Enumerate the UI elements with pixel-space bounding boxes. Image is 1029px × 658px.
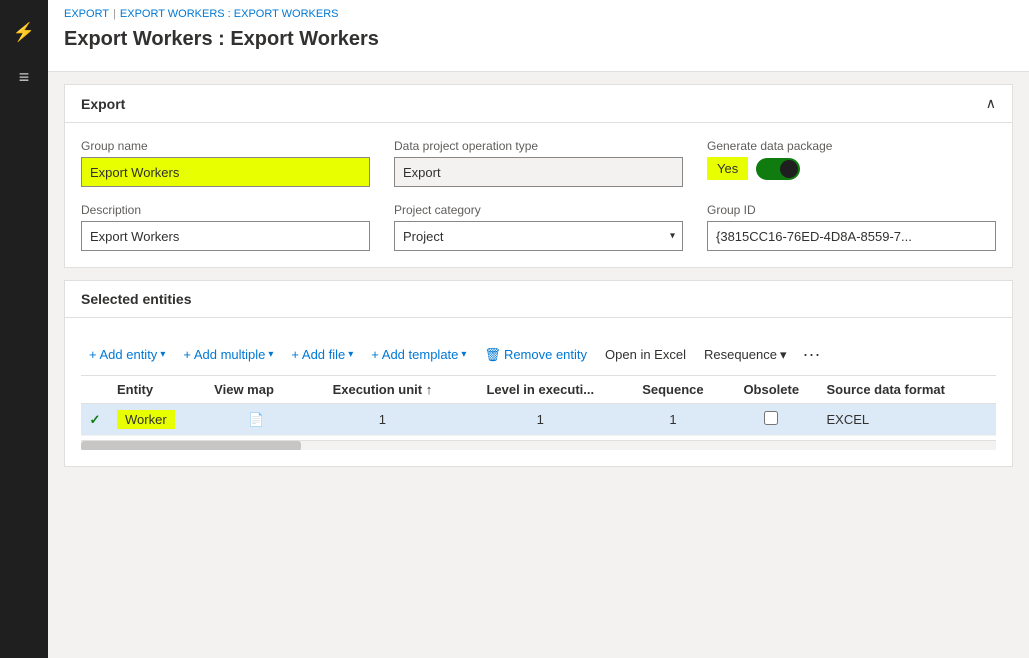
horizontal-scrollbar[interactable]	[81, 440, 996, 450]
generate-dp-field: Generate data package Yes	[707, 139, 996, 187]
obsolete-checkbox[interactable]	[764, 411, 778, 425]
col-level-in-execution: Level in executi...	[459, 376, 622, 404]
toggle-yes-label: Yes	[707, 157, 748, 180]
row-entity: Worker	[109, 404, 206, 436]
remove-entity-label: Remove entity	[504, 347, 587, 362]
sidebar: ⚡ ≡	[0, 0, 48, 658]
row-source-data-format: EXCEL	[819, 404, 997, 436]
entities-toolbar: + Add entity ▾ + Add multiple ▾ + Add fi…	[81, 334, 996, 376]
col-source-data-format: Source data format	[819, 376, 997, 404]
add-entity-button[interactable]: + Add entity ▾	[81, 343, 173, 366]
entities-card-header: Selected entities	[65, 281, 1012, 318]
breadcrumb-sep: |	[113, 8, 116, 20]
row-check: ✓	[81, 404, 109, 436]
col-obsolete: Obsolete	[724, 376, 819, 404]
add-multiple-label: + Add multiple	[183, 347, 265, 362]
add-multiple-button[interactable]: + Add multiple ▾	[175, 343, 281, 366]
export-card-collapse-button[interactable]: ∧	[986, 95, 996, 112]
add-multiple-chevron-icon: ▾	[268, 349, 273, 360]
more-options-button[interactable]: ···	[797, 342, 827, 367]
group-id-value: {3815CC16-76ED-4D8A-8559-7...	[707, 221, 996, 251]
col-sequence: Sequence	[622, 376, 724, 404]
entities-card: Selected entities + Add entity ▾ + Add m…	[64, 280, 1013, 467]
generate-dp-toggle[interactable]	[756, 158, 800, 180]
project-category-wrapper: Project Default Custom ▾	[394, 221, 683, 251]
breadcrumb-export-link[interactable]: EXPORT	[64, 8, 109, 20]
view-map-icon: 📄	[248, 412, 264, 427]
col-execution-unit: Execution unit ↑	[306, 376, 459, 404]
group-name-input[interactable]	[81, 157, 370, 187]
export-form-grid: Group name Data project operation type G…	[81, 139, 996, 251]
add-template-chevron-icon: ▾	[461, 349, 466, 360]
entities-card-body: + Add entity ▾ + Add multiple ▾ + Add fi…	[65, 318, 1012, 466]
table-header-row: Entity View map Execution unit ↑ Level i…	[81, 376, 996, 404]
add-entity-chevron-icon: ▾	[160, 349, 165, 360]
group-id-label: Group ID	[707, 203, 996, 217]
description-field: Description	[81, 203, 370, 251]
operation-type-field: Data project operation type	[394, 139, 683, 187]
export-card-title: Export	[81, 96, 125, 112]
row-obsolete	[724, 404, 819, 436]
operation-type-label: Data project operation type	[394, 139, 683, 153]
col-entity: Entity	[109, 376, 206, 404]
entity-name-badge: Worker	[117, 410, 175, 429]
open-in-excel-button[interactable]: Open in Excel	[597, 343, 694, 366]
add-template-button[interactable]: + Add template ▾	[363, 343, 474, 366]
resequence-chevron-icon: ▾	[780, 347, 787, 363]
generate-dp-wrapper: Yes	[707, 157, 996, 180]
add-file-label: + Add file	[291, 347, 345, 362]
add-template-label: + Add template	[371, 347, 458, 362]
row-view-map[interactable]: 📄	[206, 404, 306, 436]
filter-icon[interactable]: ⚡	[0, 10, 48, 55]
add-file-button[interactable]: + Add file ▾	[283, 343, 361, 366]
project-category-select[interactable]: Project Default Custom	[394, 221, 683, 251]
export-card-body: Group name Data project operation type G…	[65, 123, 1012, 267]
row-level-in-execution: 1	[459, 404, 622, 436]
breadcrumb-current: EXPORT WORKERS : EXPORT WORKERS	[120, 8, 339, 20]
col-check	[81, 376, 109, 404]
scrollbar-thumb	[81, 441, 301, 450]
entities-table-container: Entity View map Execution unit ↑ Level i…	[81, 376, 996, 436]
group-id-field: Group ID {3815CC16-76ED-4D8A-8559-7...	[707, 203, 996, 251]
operation-type-input[interactable]	[394, 157, 683, 187]
export-card: Export ∧ Group name Data project operati…	[64, 84, 1013, 268]
toggle-thumb	[780, 160, 798, 178]
project-category-field: Project category Project Default Custom …	[394, 203, 683, 251]
trash-icon: 🗑	[484, 347, 501, 363]
resequence-label: Resequence	[704, 347, 777, 362]
remove-entity-button[interactable]: 🗑 Remove entity	[476, 343, 595, 367]
generate-dp-label: Generate data package	[707, 139, 996, 153]
group-name-field: Group name	[81, 139, 370, 187]
project-category-label: Project category	[394, 203, 683, 217]
table-row[interactable]: ✓ Worker 📄 1 1 1	[81, 404, 996, 436]
checkmark-icon: ✓	[90, 412, 101, 427]
add-file-chevron-icon: ▾	[348, 349, 353, 360]
page-title: Export Workers : Export Workers	[48, 24, 1029, 61]
export-card-header: Export ∧	[65, 85, 1012, 123]
add-entity-label: + Add entity	[89, 347, 157, 362]
breadcrumb: EXPORT | EXPORT WORKERS : EXPORT WORKERS	[48, 0, 1029, 24]
row-execution-unit: 1	[306, 404, 459, 436]
row-sequence: 1	[622, 404, 724, 436]
col-view-map: View map	[206, 376, 306, 404]
menu-icon[interactable]: ≡	[0, 55, 48, 100]
description-label: Description	[81, 203, 370, 217]
resequence-button[interactable]: Resequence ▾	[696, 343, 795, 367]
entities-card-title: Selected entities	[81, 291, 192, 307]
description-input[interactable]	[81, 221, 370, 251]
open-in-excel-label: Open in Excel	[605, 347, 686, 362]
main-content: EXPORT | EXPORT WORKERS : EXPORT WORKERS…	[48, 0, 1029, 658]
group-name-label: Group name	[81, 139, 370, 153]
entities-table: Entity View map Execution unit ↑ Level i…	[81, 376, 996, 436]
page-body: Export ∧ Group name Data project operati…	[48, 72, 1029, 658]
